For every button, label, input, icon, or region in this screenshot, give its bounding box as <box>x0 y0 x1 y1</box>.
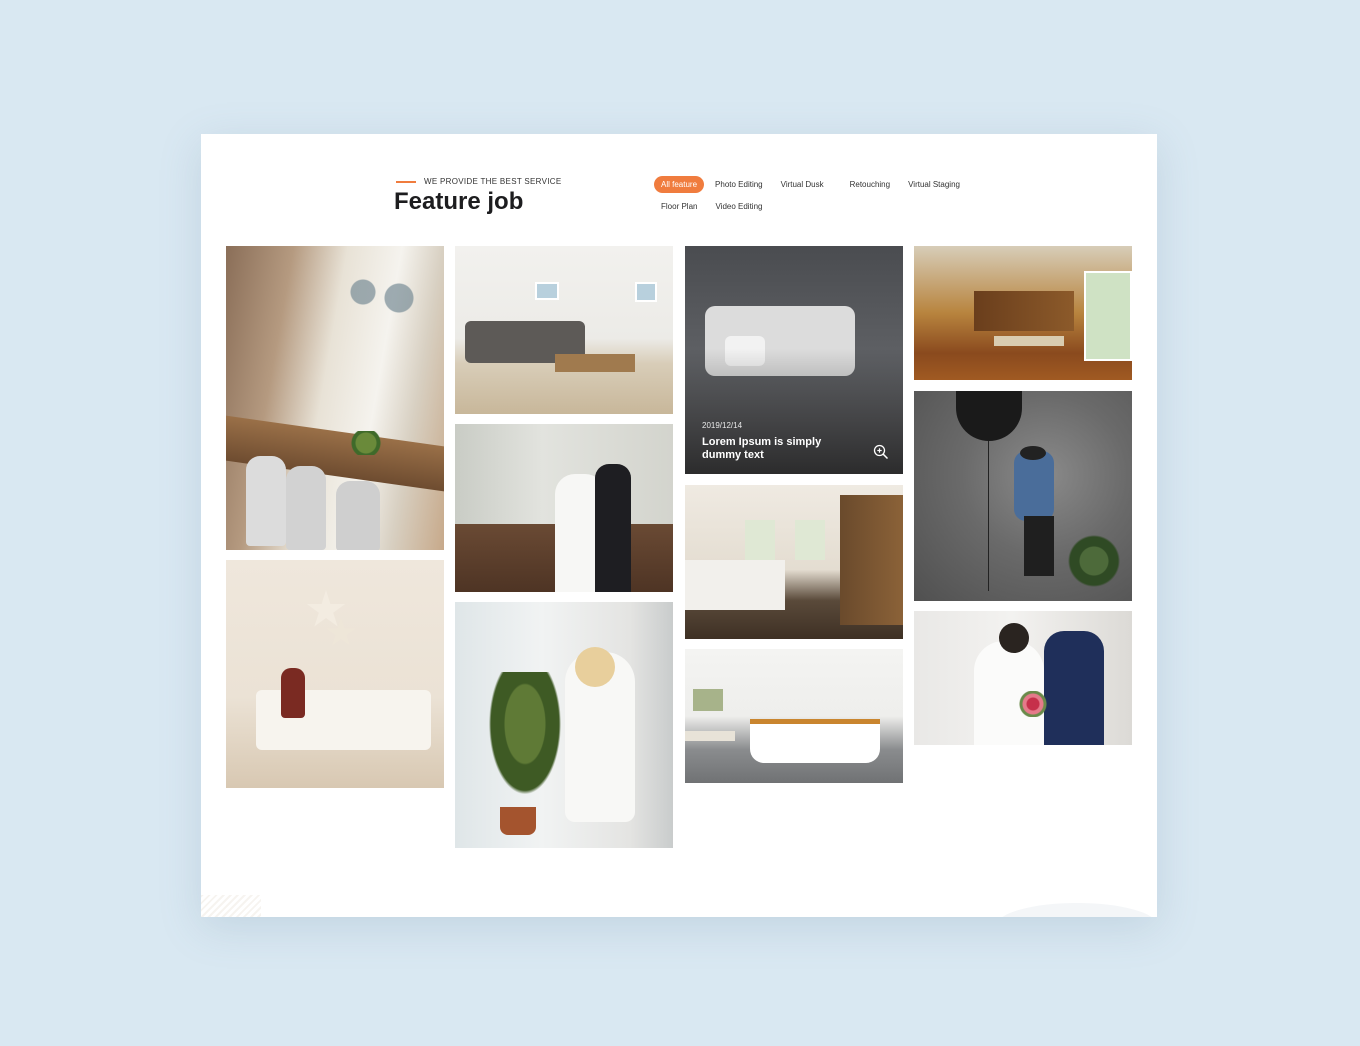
eyebrow-text: WE PROVIDE THE BEST SERVICE <box>424 177 562 186</box>
island-counter <box>994 336 1064 346</box>
chair-shape <box>246 456 286 546</box>
gallery-item-wedding-couple[interactable] <box>455 424 673 592</box>
bride-hair <box>999 623 1029 653</box>
featured-title[interactable]: Lorem Ipsum is simply dummy text <box>702 436 842 462</box>
filter-video-editing[interactable]: Video Editing <box>708 198 769 215</box>
filter-virtual-staging[interactable]: Virtual Staging <box>901 176 967 193</box>
kids-bedroom-photo <box>226 560 444 788</box>
section-title: Feature job <box>394 188 524 215</box>
zoom-in-icon[interactable] <box>873 444 889 460</box>
bouquet-shape <box>1019 691 1047 717</box>
plant-bowl <box>341 431 391 455</box>
filter-photo-editing[interactable]: Photo Editing <box>708 176 770 193</box>
glass-door <box>1084 271 1132 361</box>
section-eyebrow: WE PROVIDE THE BEST SERVICE <box>396 177 561 186</box>
corner-decoration <box>997 903 1157 917</box>
bed-shape <box>685 560 785 610</box>
gallery-item-bedroom[interactable] <box>685 485 903 639</box>
window-shape <box>745 520 775 560</box>
hat-shape <box>1020 446 1046 460</box>
coffee-table-shape <box>555 354 635 372</box>
gallery-item-open-kitchen[interactable] <box>914 246 1132 380</box>
gallery-item-featured[interactable]: 2019/12/14 Lorem Ipsum is simply dummy t… <box>685 246 903 474</box>
gallery-item-wedding-portrait[interactable] <box>914 611 1132 745</box>
section-header: WE PROVIDE THE BEST SERVICE Feature job … <box>201 134 1157 244</box>
filter-retouching[interactable]: Retouching <box>843 176 897 193</box>
cabinets-shape <box>974 291 1074 331</box>
plant-pot <box>500 807 536 835</box>
feature-job-section: WE PROVIDE THE BEST SERVICE Feature job … <box>201 134 1157 917</box>
gallery-item-kitchen[interactable] <box>685 649 903 783</box>
balloon-string <box>988 441 989 591</box>
groom-suit <box>1044 631 1104 745</box>
accent-line <box>396 180 416 183</box>
chair-shape <box>286 466 326 550</box>
pendant-lights <box>336 256 426 316</box>
corner-decoration <box>201 895 261 917</box>
groom-suit <box>595 464 631 592</box>
gallery-item-living-room[interactable] <box>455 246 673 414</box>
window-shape <box>635 282 657 302</box>
wardrobe-shape <box>840 495 903 625</box>
filter-row-1: All feature Photo Editing Virtual Dusk R… <box>654 176 974 193</box>
filter-all-feature[interactable]: All feature <box>654 176 705 193</box>
gallery-item-dining-room[interactable] <box>226 246 444 550</box>
window-shape <box>795 520 825 560</box>
filter-row-2: Floor Plan Video Editing <box>654 198 974 215</box>
wall-art <box>693 689 723 711</box>
plant-shape <box>1064 531 1124 591</box>
gallery-item-kids-bedroom[interactable] <box>226 560 444 788</box>
kitchen-island <box>750 719 880 763</box>
filter-tabs: All feature Photo Editing Virtual Dusk R… <box>654 176 974 220</box>
filter-virtual-dusk[interactable]: Virtual Dusk <box>774 176 831 193</box>
chair-shape <box>336 481 380 550</box>
table-shape <box>685 731 735 741</box>
woman-hair <box>575 647 615 687</box>
woman-figure <box>1014 451 1054 521</box>
stool-shape <box>1024 516 1054 576</box>
gallery-item-woman-plant[interactable] <box>455 602 673 848</box>
plant-shape <box>485 672 565 802</box>
filter-floor-plan[interactable]: Floor Plan <box>654 198 704 215</box>
gallery-item-balloon-woman[interactable] <box>914 391 1132 601</box>
child-figure <box>281 668 305 718</box>
window-shape <box>535 282 559 300</box>
featured-date: 2019/12/14 <box>702 421 743 430</box>
